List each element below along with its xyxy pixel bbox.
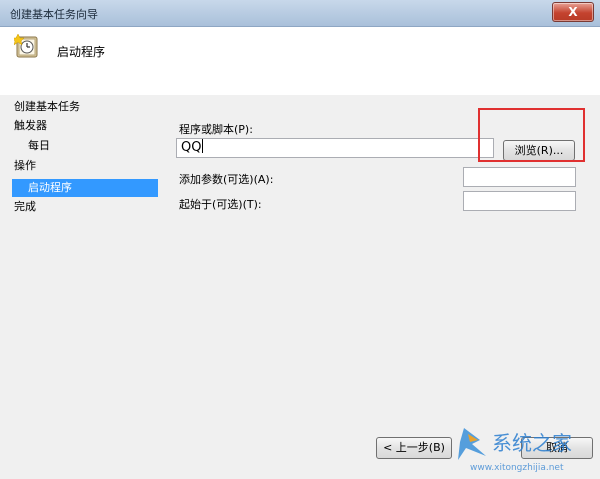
wizard-header: 启动程序: [0, 27, 600, 95]
nav-step-create-basic-task[interactable]: 创建基本任务: [14, 98, 80, 116]
page-title: 启动程序: [57, 45, 106, 59]
nav-step-daily[interactable]: 每日: [28, 137, 50, 155]
args-input[interactable]: [463, 167, 576, 187]
back-button[interactable]: < 上一步(B): [376, 437, 452, 459]
nav-step-finish[interactable]: 完成: [14, 198, 36, 216]
nav-step-start-program[interactable]: 启动程序: [12, 179, 158, 197]
watermark-brand: 系统之家: [492, 431, 572, 455]
program-input[interactable]: QQ: [176, 138, 494, 158]
wizard-steps-nav: 创建基本任务 触发器 每日 操作 启动程序 完成: [0, 96, 168, 479]
task-scheduler-icon: [14, 33, 38, 58]
args-label: 添加参数(可选)(A):: [179, 173, 274, 186]
watermark-url: www.xitongzhijia.net: [470, 463, 564, 473]
watermark-logo: 系统之家 www.xitongzhijia.net: [458, 428, 572, 473]
text-caret: [202, 139, 204, 153]
start-in-label: 起始于(可选)(T):: [179, 198, 262, 211]
highlight-box: [478, 108, 585, 162]
close-button[interactable]: X: [552, 2, 594, 22]
close-icon: X: [568, 5, 578, 19]
window-title: 创建基本任务向导: [10, 8, 98, 21]
title-bar: 创建基本任务向导 X: [0, 0, 600, 27]
program-label: 程序或脚本(P):: [179, 123, 253, 136]
nav-step-trigger[interactable]: 触发器: [14, 117, 47, 135]
nav-step-action[interactable]: 操作: [14, 157, 36, 175]
start-in-input[interactable]: [463, 191, 576, 211]
program-value: QQ: [181, 140, 202, 155]
